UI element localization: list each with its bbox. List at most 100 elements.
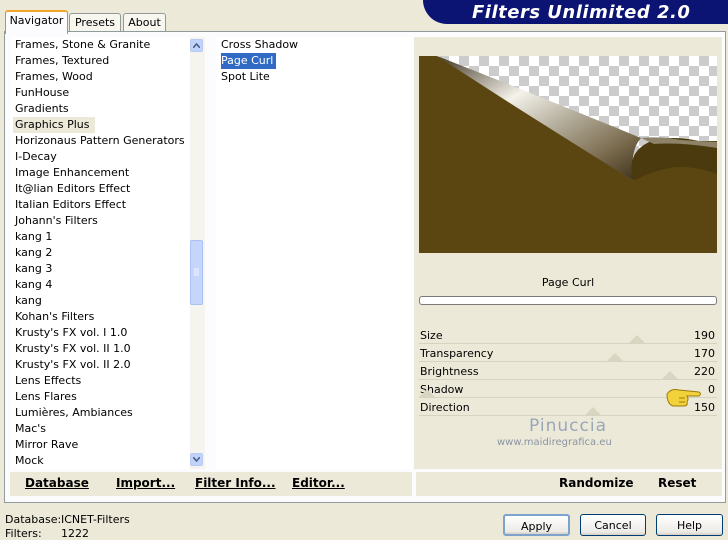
category-label: kang 1 <box>15 230 53 243</box>
category-item[interactable]: Graphics Plus <box>10 117 190 133</box>
category-label: Frames, Wood <box>15 70 93 83</box>
slider-knob[interactable] <box>607 353 623 361</box>
category-item[interactable]: Lumières, Ambiances <box>10 405 190 421</box>
filter-label: Page Curl <box>221 53 277 69</box>
category-label: I-Decay <box>15 150 57 163</box>
slider-track <box>419 361 717 362</box>
database-button[interactable]: Database <box>25 476 89 490</box>
category-item[interactable]: kang 2 <box>10 245 190 261</box>
category-label: Graphics Plus <box>13 117 96 133</box>
category-item[interactable]: Italian Editors Effect <box>10 197 190 213</box>
help-button[interactable]: Help <box>656 514 723 536</box>
category-label: It@lian Editors Effect <box>15 182 131 195</box>
category-item[interactable]: FunHouse <box>10 85 190 101</box>
category-item[interactable]: Mock <box>10 453 190 469</box>
preview-image <box>419 56 717 253</box>
param-label: Direction <box>420 401 470 414</box>
category-label: Mirror Rave <box>15 438 79 451</box>
slider-knob[interactable] <box>585 407 601 415</box>
category-item[interactable]: Frames, Textured <box>10 53 190 69</box>
scroll-up-button[interactable] <box>190 39 203 52</box>
param-value: 220 <box>694 365 715 378</box>
category-item[interactable]: kang <box>10 293 190 309</box>
category-label: Lumières, Ambiances <box>15 406 133 419</box>
category-item[interactable]: Krusty's FX vol. II 1.0 <box>10 341 190 357</box>
chevron-up-icon <box>193 43 200 48</box>
category-label: Horizonaus Pattern Generators <box>15 134 185 147</box>
slider-knob[interactable] <box>662 371 678 379</box>
category-label: Frames, Textured <box>15 54 110 67</box>
category-label: FunHouse <box>15 86 70 99</box>
category-item[interactable]: kang 3 <box>10 261 190 277</box>
filter-list: Cross Shadow Page Curl Spot Lite <box>216 37 412 469</box>
slider-track <box>419 379 717 380</box>
category-item[interactable]: Horizonaus Pattern Generators <box>10 133 190 149</box>
category-label: Krusty's FX vol. II 1.0 <box>15 342 131 355</box>
watermark-url: www.maidiregrafica.eu <box>497 437 612 448</box>
category-item[interactable]: Frames, Wood <box>10 69 190 85</box>
category-item[interactable]: Mac's <box>10 421 190 437</box>
filter-name-label: Page Curl <box>541 276 595 289</box>
param-value: 0 <box>708 383 715 396</box>
filter-item[interactable]: Spot Lite <box>216 69 412 85</box>
param-slider-size[interactable]: Size 190 <box>419 327 717 345</box>
editor-button[interactable]: Editor... <box>292 476 345 490</box>
category-item[interactable]: It@lian Editors Effect <box>10 181 190 197</box>
category-item[interactable]: Gradients <box>10 101 190 117</box>
category-item[interactable]: Frames, Stone & Granite <box>10 37 190 53</box>
category-label: Mock <box>15 454 44 467</box>
category-item[interactable]: Krusty's FX vol. II 2.0 <box>10 357 190 373</box>
param-slider-transparency[interactable]: Transparency 170 <box>419 345 717 363</box>
scroll-thumb[interactable] <box>190 240 203 305</box>
param-value: 190 <box>694 329 715 342</box>
category-label: Frames, Stone & Granite <box>15 38 151 51</box>
category-item[interactable]: kang 4 <box>10 277 190 293</box>
category-item[interactable]: Image Enhancement <box>10 165 190 181</box>
tab-about[interactable]: About <box>123 13 166 32</box>
database-value: ICNET-Filters <box>61 513 130 526</box>
slider-knob[interactable] <box>629 335 645 343</box>
database-label: Database: <box>5 513 62 526</box>
filter-item[interactable]: Page Curl <box>216 53 412 69</box>
param-label: Size <box>420 329 443 342</box>
category-label: Italian Editors Effect <box>15 198 127 211</box>
category-item[interactable]: Johann's Filters <box>10 213 190 229</box>
reset-button[interactable]: Reset <box>658 476 696 490</box>
param-label: Transparency <box>420 347 494 360</box>
category-label: Johann's Filters <box>15 214 98 227</box>
category-list: Frames, Stone & Granite Frames, Textured F… <box>10 37 190 469</box>
category-label: kang 3 <box>15 262 53 275</box>
category-item[interactable]: Mirror Rave <box>10 437 190 453</box>
filter-label: Spot Lite <box>221 70 270 83</box>
category-item[interactable]: I-Decay <box>10 149 190 165</box>
param-value: 170 <box>694 347 715 360</box>
scroll-down-button[interactable] <box>190 453 203 466</box>
cancel-button[interactable]: Cancel <box>580 514 646 536</box>
param-slider-brightness[interactable]: Brightness 220 <box>419 363 717 381</box>
chevron-down-icon <box>193 457 200 462</box>
watermark-name: Pinuccia <box>529 416 607 436</box>
tab-navigator[interactable]: Navigator <box>5 10 68 34</box>
filter-item[interactable]: Cross Shadow <box>216 37 412 53</box>
filter-label: Cross Shadow <box>221 38 299 51</box>
grip-icon <box>194 268 199 276</box>
import-button[interactable]: Import... <box>116 476 175 490</box>
title-text: Filters Unlimited 2.0 <box>472 2 691 23</box>
category-item[interactable]: kang 1 <box>10 229 190 245</box>
category-label: Kohan's Filters <box>15 310 95 323</box>
slider-knob[interactable] <box>419 389 435 397</box>
category-item[interactable]: Lens Effects <box>10 373 190 389</box>
category-item[interactable]: Kohan's Filters <box>10 309 190 325</box>
filter-info-button[interactable]: Filter Info... <box>195 476 276 490</box>
category-label: kang 4 <box>15 278 53 291</box>
pointing-hand-icon <box>666 389 701 407</box>
category-label: Krusty's FX vol. I 1.0 <box>15 326 128 339</box>
category-item[interactable]: Krusty's FX vol. I 1.0 <box>10 325 190 341</box>
category-item[interactable]: Lens Flares <box>10 389 190 405</box>
apply-button[interactable]: Apply <box>503 514 570 536</box>
category-label: Gradients <box>15 102 69 115</box>
tab-presets[interactable]: Presets <box>69 13 121 32</box>
category-label: Krusty's FX vol. II 2.0 <box>15 358 131 371</box>
category-label: Lens Effects <box>15 374 82 387</box>
randomize-button[interactable]: Randomize <box>559 476 633 490</box>
